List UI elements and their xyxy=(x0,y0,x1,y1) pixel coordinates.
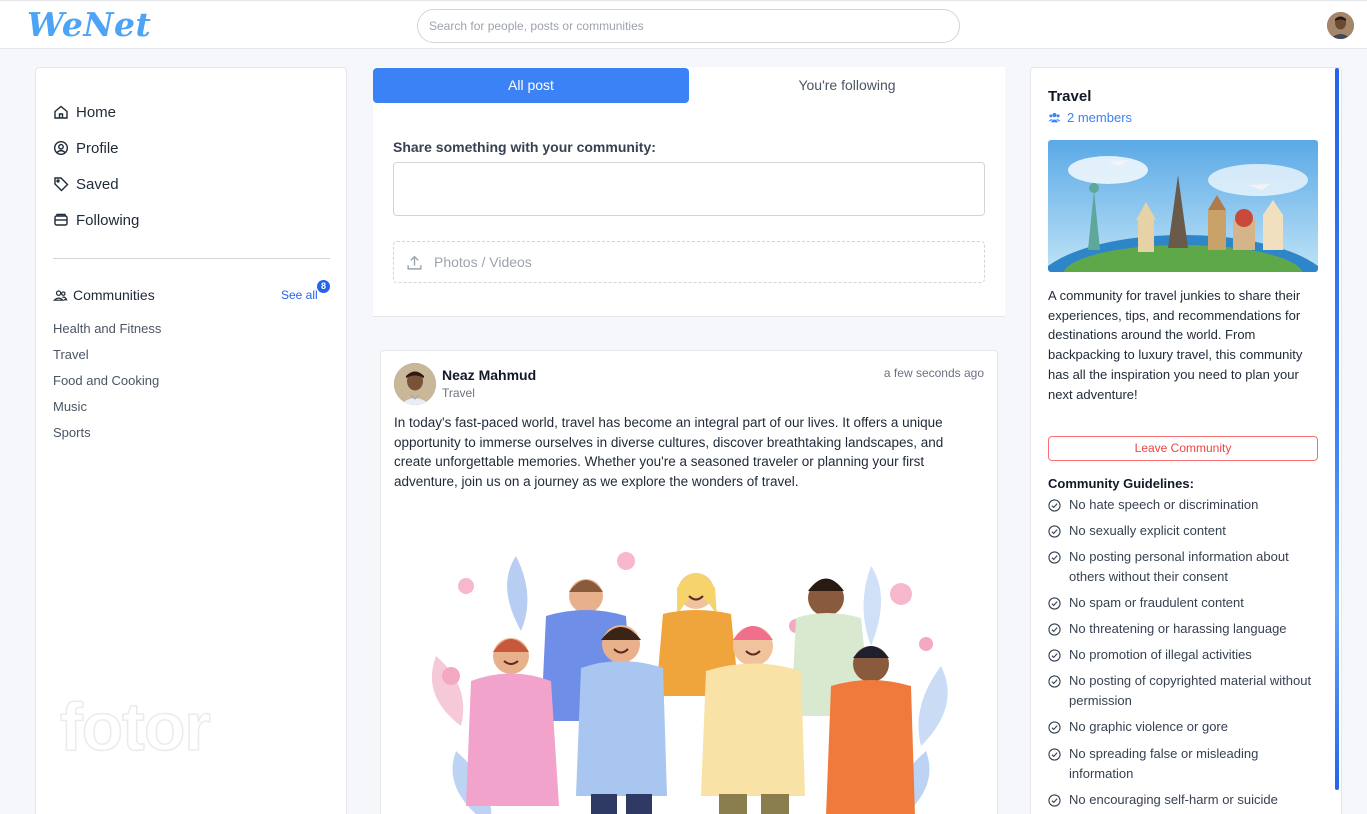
nav-following-label: Following xyxy=(76,211,140,229)
guideline-item: No spreading false or misleading informa… xyxy=(1048,744,1320,783)
nav-home-label: Home xyxy=(76,103,117,121)
guideline-item: No spam or fraudulent content xyxy=(1048,593,1320,613)
home-icon xyxy=(54,105,68,119)
post-timestamp: a few seconds ago xyxy=(883,366,984,380)
nav-profile[interactable]: Profile xyxy=(53,136,119,160)
inbox-icon xyxy=(54,213,68,226)
user-circle-icon xyxy=(53,140,69,156)
share-label: Share something with your community: xyxy=(393,139,656,155)
guideline-item: No promotion of illegal activities xyxy=(1048,645,1320,665)
panel-scrollbar[interactable] xyxy=(1335,68,1339,790)
communities-count-badge: 8 xyxy=(317,280,330,293)
tab-all-post[interactable]: All post xyxy=(373,68,689,103)
nav-following[interactable]: Following xyxy=(53,208,139,232)
check-circle-icon xyxy=(1048,525,1061,538)
guideline-item: No posting of copyrighted material witho… xyxy=(1048,671,1320,710)
post-author-name[interactable]: Neaz Mahmud xyxy=(442,367,536,383)
nav-profile-label: Profile xyxy=(76,139,119,157)
guideline-item: No threatening or harassing language xyxy=(1048,619,1320,639)
community-link[interactable]: Music xyxy=(53,399,87,414)
tag-icon xyxy=(54,177,69,192)
community-description: A community for travel junkies to share … xyxy=(1048,288,1303,402)
guideline-item: No hate speech or discrimination xyxy=(1048,495,1320,515)
upload-label: Photos / Videos xyxy=(434,254,532,270)
members-count: 2 members xyxy=(1067,110,1133,125)
post-card: Neaz Mahmud Travel a few seconds ago In … xyxy=(380,350,998,814)
community-link[interactable]: Sports xyxy=(53,425,91,440)
check-circle-icon xyxy=(1048,551,1061,564)
community-title: Travel xyxy=(1048,88,1092,105)
post-body: In today's fast-paced world, travel has … xyxy=(394,415,944,490)
leave-community-button[interactable]: Leave Community xyxy=(1048,436,1318,461)
members-icon xyxy=(1048,113,1061,123)
nav-home[interactable]: Home xyxy=(53,100,116,124)
guideline-item: No sexually explicit content xyxy=(1048,521,1320,541)
left-sidebar: Home Profile Saved Following Communities… xyxy=(35,67,347,814)
guideline-item: No encouraging self-harm or suicide xyxy=(1048,790,1320,810)
post-image[interactable] xyxy=(401,536,981,814)
search-input[interactable] xyxy=(417,9,960,43)
check-circle-icon xyxy=(1048,597,1061,610)
check-circle-icon xyxy=(1048,794,1061,807)
share-textarea[interactable] xyxy=(393,162,985,216)
nav-saved-label: Saved xyxy=(76,175,119,193)
post-community[interactable]: Travel xyxy=(442,386,475,400)
sidebar-divider xyxy=(53,258,330,259)
tab-following[interactable]: You're following xyxy=(689,68,1005,103)
guideline-item: No posting personal information about ot… xyxy=(1048,547,1320,586)
user-avatar[interactable] xyxy=(1327,12,1354,39)
upload-icon xyxy=(407,255,422,270)
check-circle-icon xyxy=(1048,721,1061,734)
users-icon xyxy=(53,289,68,301)
community-link[interactable]: Food and Cooking xyxy=(53,373,159,388)
guidelines-title: Community Guidelines: xyxy=(1048,476,1194,491)
check-circle-icon xyxy=(1048,649,1061,662)
upload-media-button[interactable]: Photos / Videos xyxy=(393,241,985,283)
post-author-avatar[interactable] xyxy=(394,363,436,405)
fotor-watermark: fotor xyxy=(59,688,211,766)
guideline-item: No graphic violence or gore xyxy=(1048,717,1320,737)
community-cover-image xyxy=(1048,140,1318,272)
communities-label: Communities xyxy=(73,287,155,303)
check-circle-icon xyxy=(1048,623,1061,636)
community-panel: Travel 2 members A community for travel … xyxy=(1030,67,1342,814)
community-link[interactable]: Travel xyxy=(53,347,89,362)
wenet-logo[interactable]: WeNet xyxy=(27,5,151,44)
check-circle-icon xyxy=(1048,675,1061,688)
nav-saved[interactable]: Saved xyxy=(53,172,119,196)
check-circle-icon xyxy=(1048,499,1061,512)
composer-panel: All post You're following Share somethin… xyxy=(373,67,1005,317)
community-members[interactable]: 2 members xyxy=(1048,110,1132,125)
community-link[interactable]: Health and Fitness xyxy=(53,321,161,336)
top-header: WeNet xyxy=(0,0,1367,49)
communities-header: Communities xyxy=(53,287,155,303)
see-all-link[interactable]: See all xyxy=(281,288,318,302)
check-circle-icon xyxy=(1048,748,1061,761)
